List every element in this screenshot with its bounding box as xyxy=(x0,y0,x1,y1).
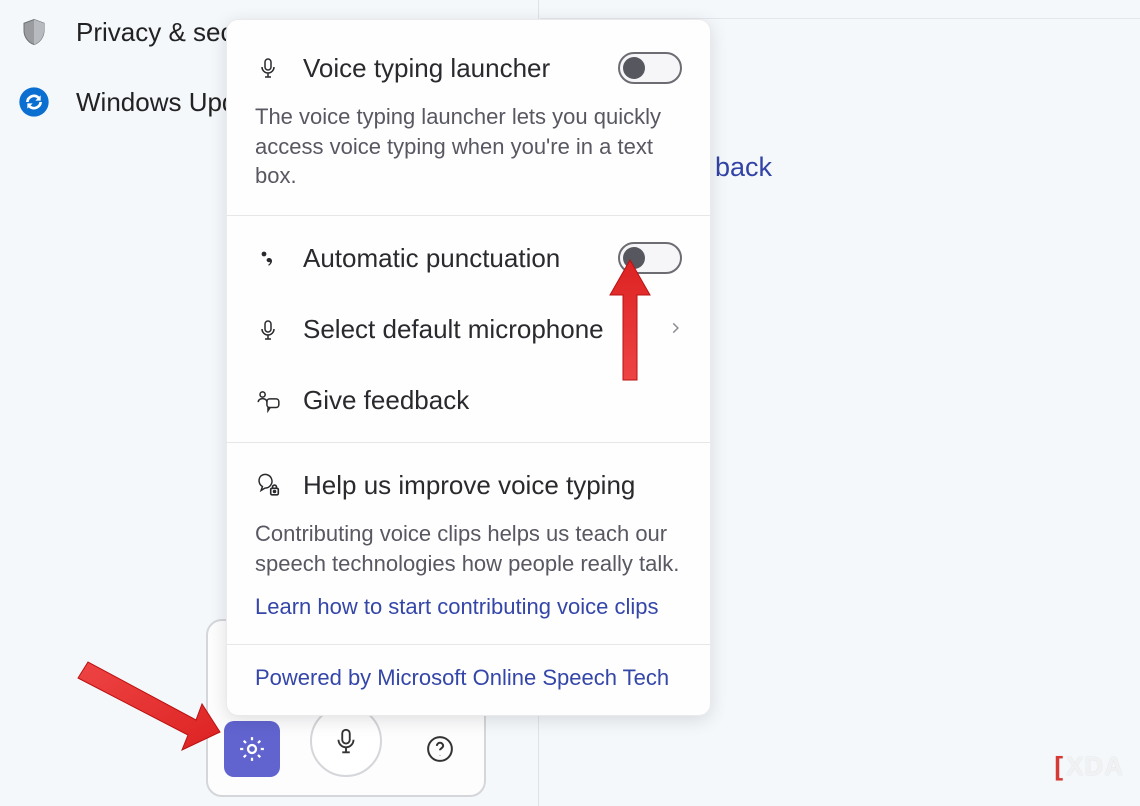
chevron-right-icon xyxy=(668,318,682,341)
settings-button[interactable] xyxy=(224,721,280,777)
improve-voice-typing-title: Help us improve voice typing xyxy=(303,470,682,501)
voice-typing-launcher-title: Voice typing launcher xyxy=(303,53,596,84)
chat-lock-icon xyxy=(255,472,281,498)
punctuation-icon xyxy=(255,245,281,271)
automatic-punctuation-toggle[interactable] xyxy=(618,242,682,274)
voice-typing-launcher-toggle[interactable] xyxy=(618,52,682,84)
update-sync-icon xyxy=(18,86,50,118)
middle-options-section: Automatic punctuation Select default mic… xyxy=(227,216,710,443)
help-button[interactable] xyxy=(412,721,468,777)
voice-typing-launcher-desc: The voice typing launcher lets you quick… xyxy=(255,102,682,191)
voice-typing-settings-popup: Voice typing launcher The voice typing l… xyxy=(226,19,711,716)
improve-voice-typing-section: Help us improve voice typing Contributin… xyxy=(227,443,710,645)
popup-footer: Powered by Microsoft Online Speech Tech xyxy=(227,645,710,715)
voice-typing-launcher-section: Voice typing launcher The voice typing l… xyxy=(227,20,710,216)
give-feedback-title: Give feedback xyxy=(303,385,682,416)
feedback-icon xyxy=(255,388,281,414)
improve-voice-typing-desc: Contributing voice clips helps us teach … xyxy=(255,519,682,578)
microphone-icon xyxy=(255,317,281,343)
shield-icon xyxy=(18,16,50,48)
learn-contributing-link[interactable]: Learn how to start contributing voice cl… xyxy=(255,594,659,620)
select-default-microphone-row[interactable]: Select default microphone xyxy=(255,306,682,353)
background-link-fragment: back xyxy=(715,152,772,183)
watermark-text: XDA xyxy=(1066,751,1124,782)
give-feedback-row[interactable]: Give feedback xyxy=(255,377,682,424)
watermark: [ XDA xyxy=(1054,751,1124,782)
watermark-bracket-icon: [ xyxy=(1054,751,1064,782)
microphone-icon xyxy=(255,55,281,81)
automatic-punctuation-title: Automatic punctuation xyxy=(303,243,596,274)
select-default-microphone-title: Select default microphone xyxy=(303,314,646,345)
automatic-punctuation-row: Automatic punctuation xyxy=(255,234,682,282)
powered-by-text: Powered by Microsoft Online Speech Tech xyxy=(255,665,669,690)
